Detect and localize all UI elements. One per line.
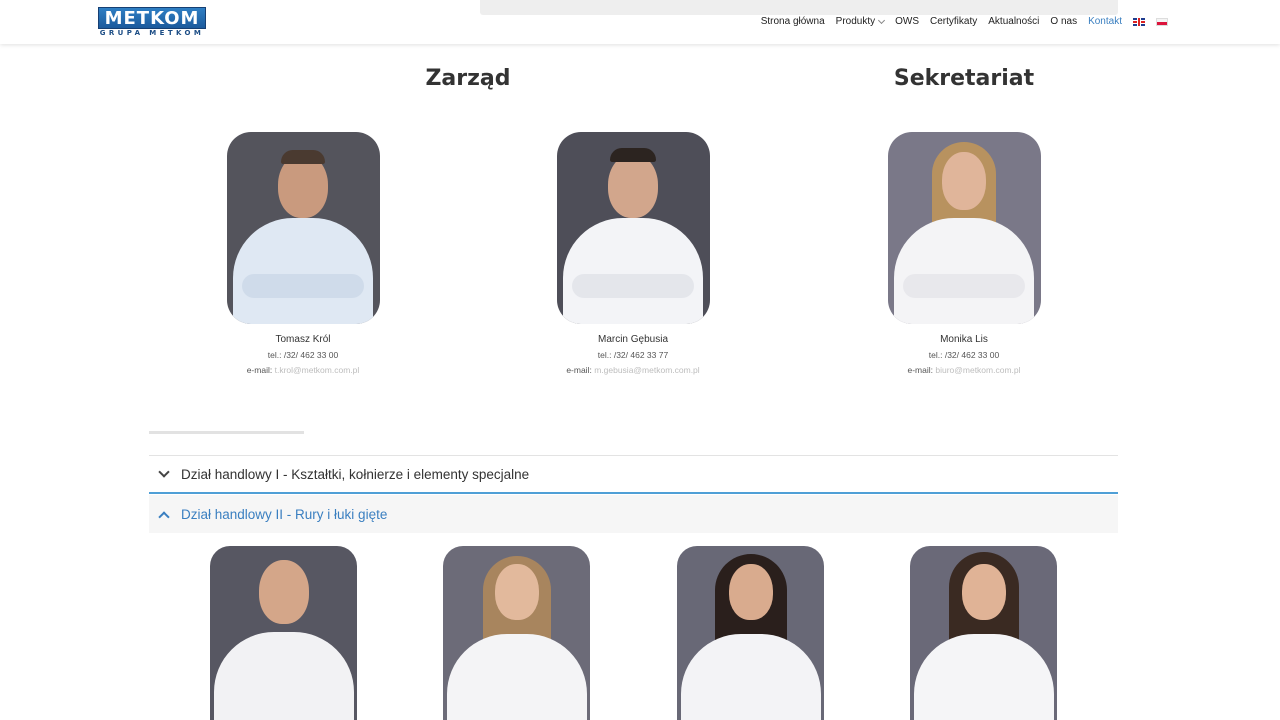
email-label: e-mail: <box>246 365 273 375</box>
person-photo <box>887 132 1041 324</box>
site-header: METKOM GRUPA METKOM Strona główna Produk… <box>0 0 1280 44</box>
person-card: Tomasz Król tel.: /32/ 462 33 00 e-mail:… <box>203 132 403 378</box>
person-phone: tel.: /32/ 462 33 00 <box>267 350 339 360</box>
email-label: e-mail: <box>566 365 592 375</box>
person-email-link[interactable]: m.gebusia@metkom.com.pl <box>594 365 699 375</box>
person-name: Marcin Gębusia <box>597 334 669 345</box>
person-phone: tel.: /32/ 462 33 77 <box>597 350 669 360</box>
main-nav: Strona główna Produkty OWS Certyfikaty A… <box>750 14 1168 30</box>
person-photo <box>226 132 380 324</box>
person-card: Monika Lis tel.: /32/ 462 33 00 e-mail: … <box>864 132 1064 378</box>
person-photo <box>210 546 357 720</box>
nav-certificates[interactable]: Certyfikaty <box>930 14 977 30</box>
polish-flag-icon[interactable] <box>1156 18 1168 26</box>
logo-wordmark: METKOM <box>98 7 206 29</box>
accordion-item-dzial-handlowy-1[interactable]: Dział handlowy I - Kształtki, kołnierze … <box>149 456 1118 494</box>
nav-ows[interactable]: OWS <box>895 14 919 30</box>
accordion-label: Dział handlowy II - Rury i łuki gięte <box>181 506 388 522</box>
person-card: Marcin Gębusia tel.: /32/ 462 33 77 e-ma… <box>533 132 733 378</box>
accordion-item-dzial-handlowy-2[interactable]: Dział handlowy II - Rury i łuki gięte <box>149 495 1118 533</box>
english-flag-icon[interactable] <box>1133 18 1145 26</box>
nav-news[interactable]: Aktualności <box>988 14 1039 30</box>
chevron-up-icon <box>149 495 181 533</box>
section-divider <box>149 431 304 434</box>
nav-products[interactable]: Produkty <box>835 14 886 30</box>
person-name: Tomasz Król <box>275 334 331 345</box>
person-email-row: e-mail: biuro@metkom.com.pl <box>864 363 1064 378</box>
person-email-link[interactable]: biuro@metkom.com.pl <box>935 365 1020 375</box>
chevron-down-icon <box>149 455 181 493</box>
person-photo <box>556 132 710 324</box>
section-title-zarzad: Zarząd <box>425 66 511 91</box>
person-email-row: e-mail: t.krol@metkom.com.pl <box>203 363 403 378</box>
person-photo <box>910 546 1057 720</box>
chevron-down-icon <box>878 16 886 25</box>
section-title-sekretariat: Sekretariat <box>893 66 1035 91</box>
person-email-link[interactable]: t.krol@metkom.com.pl <box>275 365 360 375</box>
person-phone: tel.: /32/ 462 33 00 <box>928 350 1000 360</box>
email-label: e-mail: <box>907 365 933 375</box>
nav-contact[interactable]: Kontakt <box>1088 14 1122 30</box>
nav-home[interactable]: Strona główna <box>761 14 825 30</box>
accordion-label: Dział handlowy I - Kształtki, kołnierze … <box>181 466 530 482</box>
metkom-logo[interactable]: METKOM GRUPA METKOM <box>98 7 206 37</box>
person-email-row: e-mail: m.gebusia@metkom.com.pl <box>533 363 733 378</box>
nav-products-label: Produkty <box>835 16 876 27</box>
person-photo <box>443 546 590 720</box>
person-photo <box>677 546 824 720</box>
top-search-strip <box>480 0 1118 15</box>
person-name: Monika Lis <box>940 334 988 345</box>
logo-tagline: GRUPA METKOM <box>99 29 205 37</box>
nav-about[interactable]: O nas <box>1050 14 1077 30</box>
